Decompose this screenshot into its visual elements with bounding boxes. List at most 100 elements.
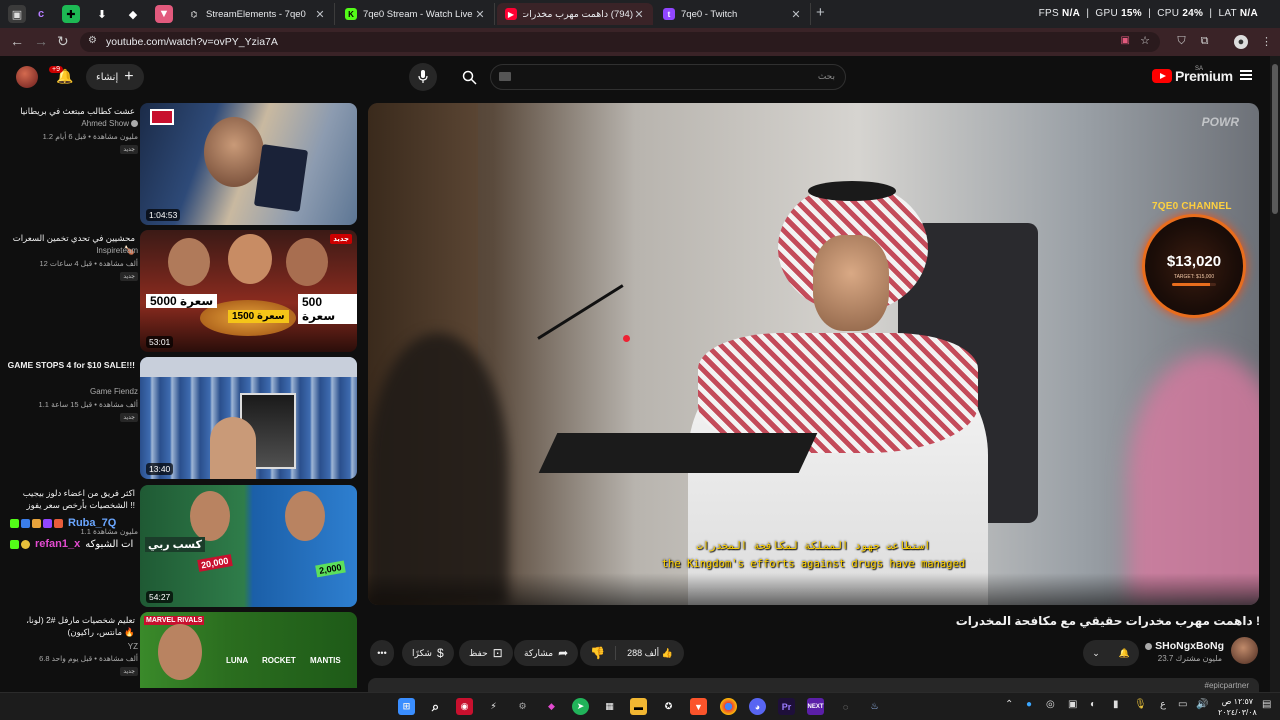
video-title[interactable]: GAME STOPS 4 for $10 SALE!!! [1, 359, 135, 371]
video-thumbnail[interactable]: كسب ربي 20,000 2,000 [140, 485, 357, 607]
recommendation-item[interactable]: 13:40 GAME STOPS 4 for $10 SALE!!! Game … [0, 357, 360, 481]
tray-app-icon[interactable]: ◎ [1046, 699, 1055, 710]
tab-youtube-active[interactable]: ▶ (794) داهمت مهرب مخدرات حقيقي ✕ [497, 3, 653, 25]
channel-name[interactable]: YZ [128, 642, 138, 651]
network-icon[interactable]: ▭ [1178, 699, 1187, 710]
video-player[interactable]: POWR استطاعت جهود المملكة لمكافحة المخدر… [368, 103, 1259, 605]
pinned-tab-6-icon[interactable]: ▼ [155, 5, 173, 23]
tab-twitch[interactable]: t 7qe0 - Twitch ✕ [655, 3, 811, 25]
subscribed-button[interactable]: ⌄ 🔔 [1083, 640, 1139, 666]
volume-icon[interactable]: 🔊 [1196, 699, 1208, 710]
shield-extension-icon[interactable]: ⛉ [1175, 35, 1188, 48]
site-info-icon[interactable]: ⚙ [88, 35, 97, 46]
taskbar-search-icon[interactable]: ⌕ [427, 698, 444, 715]
tray-app-icon[interactable]: ▣ [1068, 699, 1077, 710]
browser-menu-icon[interactable]: ⋮ [1260, 35, 1273, 48]
bookmark-star-icon[interactable]: ☆ [1140, 34, 1150, 47]
channel-name[interactable]: Game Fiendz [90, 387, 138, 396]
scrollbar-thumb[interactable] [1272, 64, 1278, 214]
app-icon[interactable]: ⚡ [485, 698, 502, 715]
like-button[interactable]: 288 ألف 👍 [616, 648, 684, 659]
address-bar[interactable]: ⚙ youtube.com/watch?v=ovPY_Yzia7A ▣ ☆ [80, 32, 1160, 52]
notification-center-icon[interactable]: ▤ [1262, 699, 1271, 710]
tray-app-icon[interactable]: ◐ [1090, 699, 1096, 710]
recommendation-item[interactable]: MARVEL RIVALS LUNA ROCKET MANTIS تعليم ش… [0, 612, 360, 690]
page-scrollbar[interactable] [1270, 56, 1280, 692]
discord-icon[interactable]: ◕ [749, 698, 766, 715]
app-icon[interactable]: ▦ [601, 698, 618, 715]
price-tag-left: 20,000 [197, 554, 233, 572]
save-button[interactable]: حفظ ⊡ [459, 640, 513, 666]
channel-name[interactable]: Inspireteam [96, 246, 138, 255]
tab-kick[interactable]: K 7qe0 Stream - Watch Live on Ki ✕ [337, 3, 495, 25]
premiere-icon[interactable]: Pr [778, 698, 795, 715]
video-meta: 1.1 ألف مشاهدة • قبل 15 ساعة [38, 400, 138, 409]
close-tab-icon[interactable]: ✕ [474, 8, 486, 21]
gift-badge-icon [32, 518, 41, 528]
reload-icon[interactable]: ↻ [57, 33, 69, 50]
pinned-tab-1-icon[interactable]: ▣ [8, 5, 26, 23]
price-tag-right: 2,000 [315, 560, 346, 578]
calorie-label-left: 5000 سعرة [146, 294, 218, 308]
keyboard-icon[interactable] [499, 72, 511, 81]
file-explorer-icon[interactable]: ▬ [630, 698, 647, 715]
user-avatar[interactable] [16, 66, 38, 88]
app-icon[interactable]: ✪ [660, 698, 677, 715]
video-title[interactable]: اكثر فريق من اعضاء دلوز بيجيب الشخصيات ب… [1, 487, 135, 511]
channel-avatar[interactable] [1231, 637, 1258, 664]
channel-name[interactable]: SHoNgxBoNg [1143, 640, 1224, 652]
share-button[interactable]: مشاركة ➦ [514, 640, 579, 666]
settings-gear-icon[interactable]: ⚙ [514, 698, 531, 715]
profile-icon[interactable]: ● [1234, 35, 1248, 49]
app-icon[interactable]: ◆ [543, 698, 560, 715]
close-tab-icon[interactable]: ✕ [314, 8, 326, 21]
steam-icon[interactable]: ♨ [866, 698, 883, 715]
app-icon[interactable]: ◉ [456, 698, 473, 715]
channel-name[interactable]: Ahmed Show [81, 119, 138, 128]
video-thumbnail[interactable] [140, 357, 357, 479]
microphone-tray-icon[interactable]: 🎙 [1134, 699, 1147, 710]
tray-app-icon[interactable]: ● [1026, 699, 1032, 710]
extensions-icon[interactable]: ⧉ [1198, 35, 1211, 48]
description-box[interactable]: #epicpartner [368, 678, 1259, 692]
forward-icon[interactable]: → [34, 33, 48, 49]
tray-app-icon[interactable]: ▮ [1113, 699, 1119, 710]
voice-search-button[interactable] [409, 63, 437, 91]
video-thumbnail[interactable]: MARVEL RIVALS LUNA ROCKET MANTIS [140, 612, 357, 688]
app-icon[interactable]: ➤ [572, 698, 589, 715]
dislike-icon[interactable]: 👎 [580, 646, 616, 660]
screen-share-icon[interactable]: ▣ [1121, 35, 1130, 46]
guide-menu-icon[interactable] [1240, 70, 1252, 80]
recommendation-item[interactable]: 5000 سعرة 1500 سعرة 500 سعرة جديد 53:01 … [0, 230, 360, 354]
system-clock[interactable]: ١٢:٥٧ ص ٢٠٢٤/٠٣/٠٨ [1218, 696, 1257, 718]
recommendation-item[interactable]: 1:04:53 عشت كطالب مبتعث في بريطانيا Ahme… [0, 103, 360, 227]
tray-overflow-icon[interactable]: ⌃ [1005, 699, 1013, 710]
youtube-premium-logo[interactable]: Premium [1152, 68, 1233, 84]
close-tab-icon[interactable]: ✕ [633, 8, 645, 21]
calorie-label-center: 1500 سعرة [228, 310, 289, 323]
video-title[interactable]: تعليم شخصيات مارفل #2 (لونا، مانتس، راكي… [1, 614, 135, 638]
pinned-tab-5-icon[interactable]: ◆ [124, 5, 142, 23]
thanks-button[interactable]: شكرًا $ [402, 640, 454, 666]
chrome-icon[interactable] [720, 698, 737, 715]
brave-browser-icon[interactable]: ▼ [690, 698, 707, 715]
next-app-icon[interactable]: NEXT [807, 698, 824, 715]
back-icon[interactable]: ← [10, 33, 24, 49]
new-tab-button[interactable]: + [816, 4, 825, 21]
search-input[interactable]: بحث [490, 64, 846, 90]
input-language[interactable]: ع [1160, 699, 1166, 710]
video-title[interactable]: عشت كطالب مبتعث في بريطانيا [1, 105, 135, 117]
streamelements-icon: ⌬ [190, 9, 198, 19]
pinned-tab-4-icon[interactable]: ⬇ [93, 5, 111, 23]
app-icon[interactable]: ◌ [837, 698, 854, 715]
search-button[interactable] [450, 64, 488, 90]
video-thumbnail[interactable]: 5000 سعرة 1500 سعرة 500 سعرة جديد [140, 230, 357, 352]
create-button[interactable]: إنشاء + [86, 64, 144, 90]
more-actions-button[interactable]: ••• [370, 640, 394, 666]
windows-start-icon[interactable]: ⊞ [398, 698, 415, 715]
close-tab-icon[interactable]: ✕ [790, 8, 802, 21]
pinned-tab-3-icon[interactable]: ✚ [62, 5, 80, 23]
video-thumbnail[interactable] [140, 103, 357, 225]
pinned-tab-2-icon[interactable]: c [32, 5, 50, 23]
tab-streamelements[interactable]: ⌬ StreamElements - 7qe0 ✕ [180, 3, 335, 25]
